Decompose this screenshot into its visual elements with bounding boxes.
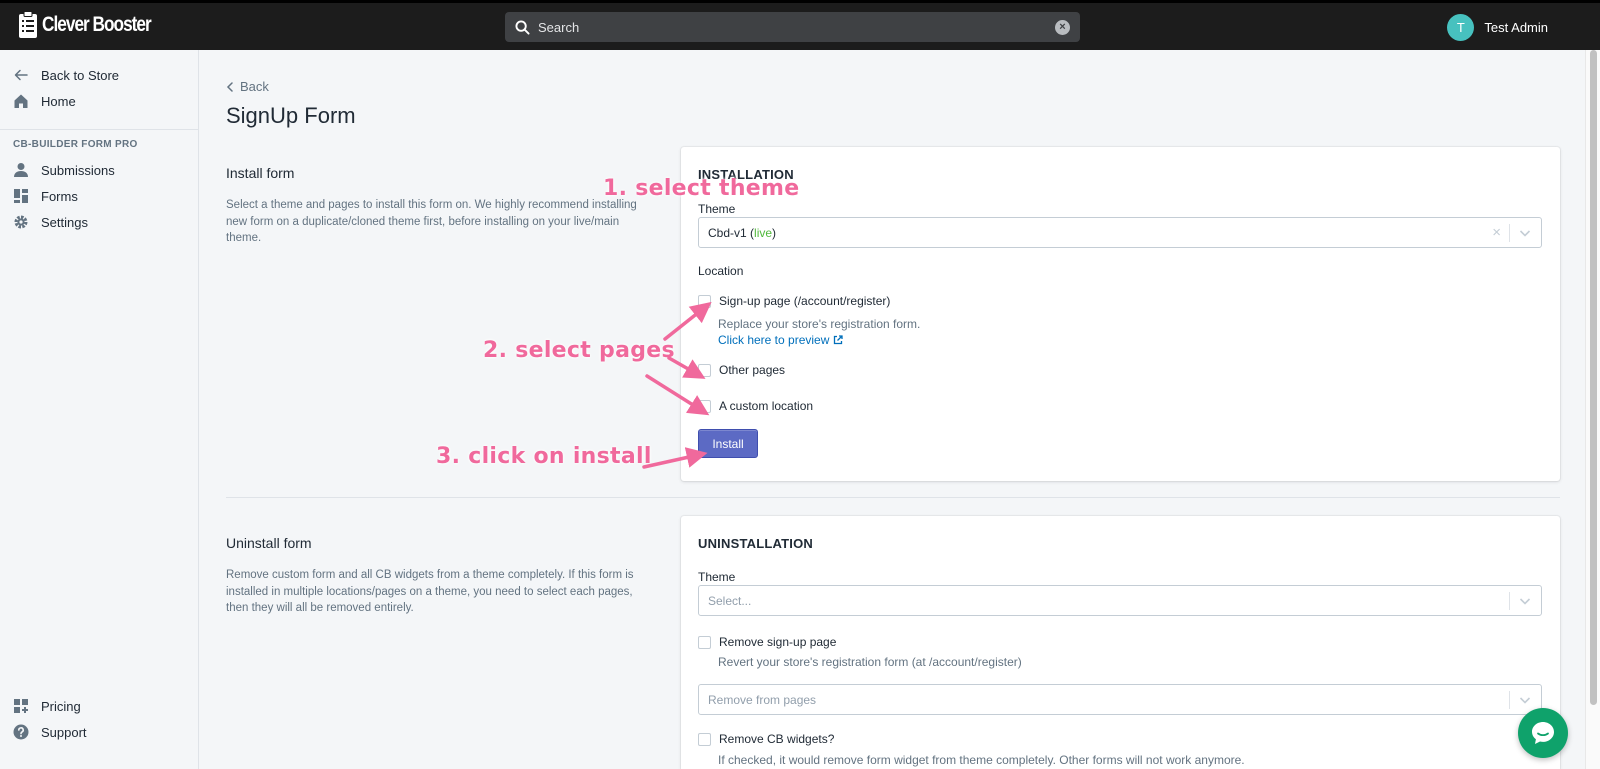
annotation-step-1: 1. select theme — [603, 176, 800, 201]
signup-page-checkbox[interactable] — [698, 294, 711, 308]
signup-page-help: Replace your store's registration form. — [718, 317, 921, 331]
install-section-title: Install form — [226, 165, 295, 181]
scrollbar-thumb[interactable] — [1590, 50, 1597, 705]
signup-page-label: Sign-up page (/account/register) — [719, 294, 891, 308]
back-label: Back — [240, 79, 269, 94]
live-status: live — [754, 226, 773, 240]
uninstall-section-description: Remove custom form and all CB widgets fr… — [226, 569, 634, 614]
remove-signup-label: Remove sign-up page — [719, 635, 837, 649]
home-icon — [13, 93, 29, 109]
custom-location-label: A custom location — [719, 399, 814, 413]
custom-location-option[interactable]: A custom location — [698, 399, 813, 413]
signup-page-option[interactable]: Sign-up page (/account/register) — [698, 294, 890, 308]
top-bar: Clever Booster Search × T Test Admin — [0, 0, 1600, 50]
sidebar-item-submissions[interactable]: Submissions — [13, 162, 115, 178]
search-bar[interactable]: Search × — [505, 12, 1080, 42]
chat-button[interactable] — [1518, 708, 1568, 758]
chevron-down-icon[interactable] — [1518, 226, 1532, 240]
remove-widgets-help: If checked, it would remove form widget … — [718, 753, 1245, 767]
uninstall-section-title: Uninstall form — [226, 535, 312, 551]
sidebar-item-label: Home — [41, 93, 76, 109]
sidebar-item-back-to-store[interactable]: Back to Store — [13, 67, 119, 83]
page-title: SignUp Form — [226, 103, 356, 128]
annotation-step-2: 2. select pages — [483, 338, 675, 363]
other-pages-label: Other pages — [719, 363, 786, 377]
clear-search-icon[interactable]: × — [1055, 19, 1070, 35]
sidebar-item-forms[interactable]: Forms — [13, 188, 78, 204]
search-input[interactable]: Search — [538, 20, 1055, 35]
remove-signup-checkbox[interactable] — [698, 635, 711, 649]
select-separator — [1509, 691, 1510, 709]
sidebar: Back to Store Home CB-BUILDER FORM PRO S… — [0, 50, 199, 769]
sidebar-item-pricing[interactable]: Pricing — [13, 698, 81, 714]
logo-text: Clever Booster — [42, 13, 152, 36]
question-circle-icon — [13, 724, 29, 740]
other-pages-option[interactable]: Other pages — [698, 363, 785, 377]
search-icon — [515, 19, 530, 35]
uninstallation-heading: UNINSTALLATION — [698, 536, 813, 551]
select-separator — [1509, 224, 1510, 242]
install-button[interactable]: Install — [698, 429, 758, 458]
uninstall-theme-select[interactable]: Select... — [698, 585, 1542, 616]
gear-icon — [13, 214, 29, 230]
app-logo[interactable]: Clever Booster — [18, 11, 175, 39]
remove-widgets-label: Remove CB widgets? — [719, 732, 835, 746]
preview-link[interactable]: Click here to preview — [718, 333, 844, 347]
sidebar-section-title: CB-BUILDER FORM PRO — [13, 139, 138, 150]
sidebar-item-home[interactable]: Home — [13, 93, 76, 109]
pricing-grid-icon — [13, 698, 29, 714]
remove-signup-help: Revert your store's registration form (a… — [718, 655, 1022, 669]
uninstall-theme-placeholder: Select... — [708, 594, 752, 608]
person-icon — [13, 162, 29, 178]
sidebar-item-label: Back to Store — [41, 67, 120, 83]
select-separator — [1509, 592, 1510, 610]
uninstall-theme-label: Theme — [698, 570, 736, 584]
sidebar-item-support[interactable]: Support — [13, 724, 87, 740]
section-divider — [226, 497, 1560, 498]
user-name: Test Admin — [1484, 20, 1548, 35]
theme-select-value: Cbd-v1 (live) — [708, 226, 777, 240]
user-menu[interactable]: T Test Admin — [1447, 14, 1548, 41]
chevron-down-icon[interactable] — [1518, 594, 1532, 608]
annotation-step-3: 3. click on install — [436, 444, 652, 469]
clear-selection-icon[interactable]: × — [1492, 224, 1501, 241]
avatar: T — [1447, 14, 1475, 41]
clipboard-logo-icon — [19, 11, 37, 38]
location-label: Location — [698, 264, 744, 278]
installation-card: INSTALLATION Theme Cbd-v1 (live) × Locat… — [681, 147, 1560, 481]
sidebar-item-settings[interactable]: Settings — [13, 214, 88, 230]
arrow-left-icon — [13, 67, 29, 83]
page-scrollbar[interactable] — [1585, 50, 1600, 769]
theme-select[interactable]: Cbd-v1 (live) × — [698, 217, 1542, 248]
theme-label: Theme — [698, 202, 736, 216]
other-pages-checkbox[interactable] — [698, 363, 711, 377]
back-link[interactable]: Back — [226, 79, 269, 94]
remove-from-pages-placeholder: Remove from pages — [708, 693, 817, 707]
custom-location-checkbox[interactable] — [698, 399, 711, 413]
sidebar-item-label: Support — [41, 724, 87, 740]
remove-from-pages-select[interactable]: Remove from pages — [698, 684, 1542, 715]
remove-widgets-checkbox[interactable] — [698, 732, 711, 746]
sidebar-item-label: Submissions — [41, 162, 115, 178]
chevron-down-icon[interactable] — [1518, 693, 1532, 707]
chat-bubble-icon — [1532, 722, 1554, 744]
uninstallation-card: UNINSTALLATION Theme Select... Remove si… — [681, 516, 1560, 769]
chevron-left-icon — [226, 81, 233, 92]
sidebar-divider — [0, 129, 199, 130]
sidebar-item-label: Settings — [41, 214, 88, 230]
preview-link-label: Click here to preview — [718, 333, 830, 347]
install-section-description: Select a theme and pages to install this… — [226, 199, 637, 244]
remove-widgets-option[interactable]: Remove CB widgets? — [698, 732, 834, 746]
remove-signup-option[interactable]: Remove sign-up page — [698, 635, 836, 649]
external-link-icon — [834, 335, 844, 345]
forms-grid-icon — [13, 188, 29, 204]
sidebar-item-label: Pricing — [41, 698, 81, 714]
sidebar-item-label: Forms — [41, 188, 78, 204]
